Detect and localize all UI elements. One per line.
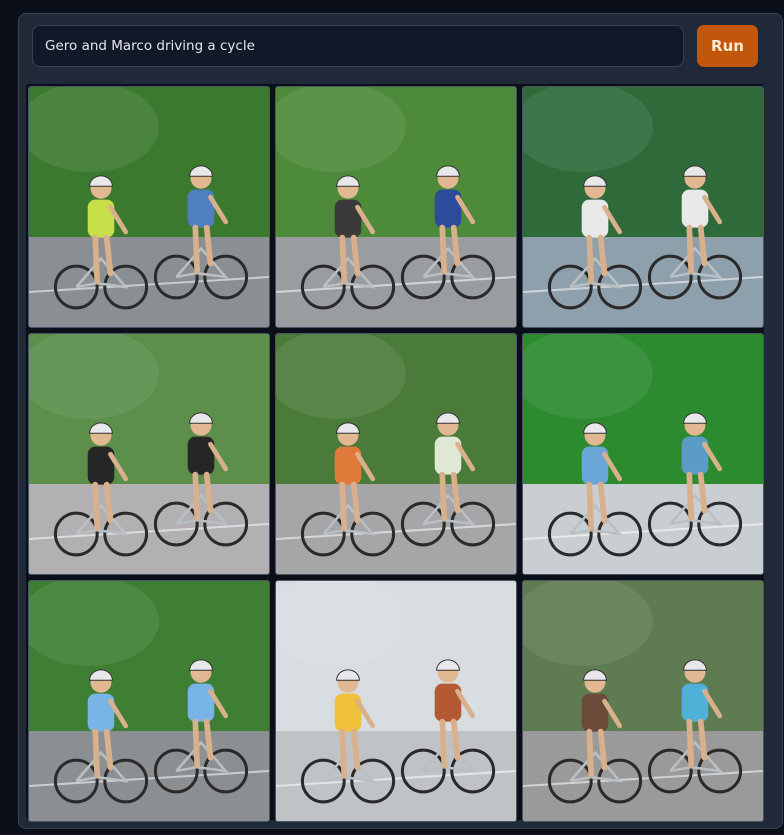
gallery-image-7-picture: [29, 581, 269, 821]
image-gallery: [26, 84, 764, 822]
gallery-image-8[interactable]: [275, 580, 517, 822]
gallery-image-1[interactable]: [28, 86, 270, 328]
run-button[interactable]: Run: [697, 25, 758, 67]
gallery-image-7[interactable]: [28, 580, 270, 822]
gallery-image-9-picture: [523, 581, 763, 821]
gallery-image-3-picture: [523, 87, 763, 327]
gallery-image-1-picture: [29, 87, 269, 327]
gallery-image-5-picture: [276, 334, 516, 574]
app-panel: Gero and Marco driving a cycle Run: [18, 13, 783, 829]
gallery-image-3[interactable]: [522, 86, 764, 328]
prompt-input[interactable]: Gero and Marco driving a cycle: [32, 25, 684, 67]
gallery-image-6[interactable]: [522, 333, 764, 575]
gallery-image-2-picture: [276, 87, 516, 327]
gallery-image-5[interactable]: [275, 333, 517, 575]
gallery-image-9[interactable]: [522, 580, 764, 822]
gallery-image-6-picture: [523, 334, 763, 574]
gallery-image-8-picture: [276, 581, 516, 821]
gallery-image-4[interactable]: [28, 333, 270, 575]
gallery-image-4-picture: [29, 334, 269, 574]
prompt-text[interactable]: Gero and Marco driving a cycle: [45, 38, 255, 54]
gallery-image-2[interactable]: [275, 86, 517, 328]
